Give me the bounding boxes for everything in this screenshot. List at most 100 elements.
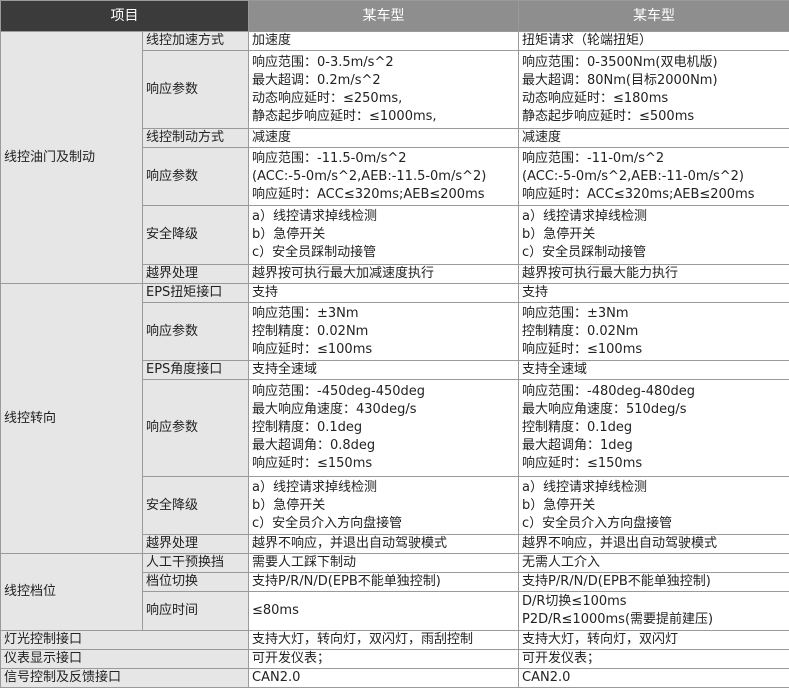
cell-line: c）安全员踩制动接管	[252, 245, 377, 260]
cell-line: 无需人工介入	[522, 555, 601, 570]
cell-line: 最大响应角速度：430deg/s	[252, 402, 417, 417]
model-a-value: 响应范围：±3Nm 控制精度：0.02Nm 响应延时：≤100ms	[248, 302, 519, 361]
header-model-b: 某车型	[518, 0, 789, 32]
cell-line: (ACC:-5-0m/s^2,AEB:-11.5-0m/s^2)	[252, 168, 487, 184]
cell-line: 支持全速域	[252, 362, 318, 377]
model-b-value: 减速度	[518, 128, 789, 148]
cell-line: 越界按可执行最大加减速度执行	[252, 266, 435, 281]
header-item: 项目	[0, 0, 249, 32]
table-row: 线控档位 人工干预换挡 需要人工踩下制动 无需人工介入	[0, 553, 789, 631]
cell-line: 响应范围：0-3.5m/s^2	[252, 54, 394, 70]
model-a-value: a）线控请求掉线检测 b）急停开关 c）安全员踩制动接管	[248, 205, 519, 265]
cell-line: 最大超调角：0.8deg	[252, 438, 376, 453]
cell-line: a）线控请求掉线检测	[252, 479, 377, 495]
cell-line: 响应范围：-11-0m/s^2	[522, 150, 665, 166]
cell-line: b）急停开关	[252, 497, 326, 513]
model-b-value: 支持大灯，转向灯，双闪灯	[518, 630, 789, 650]
cell-line: a）线控请求掉线检测	[522, 209, 647, 224]
cell-line: 响应延时：ACC≤320ms;AEB≤200ms	[522, 186, 755, 202]
model-a-value: 支持全速域	[248, 360, 519, 380]
cell-line: 控制精度：0.1deg	[252, 420, 363, 435]
table-row: 线控转向 EPS扭矩接口 支持 支持	[0, 283, 789, 554]
cell-line: 响应延时：≤150ms	[252, 456, 373, 471]
model-a-value: 越界按可执行最大加减速度执行	[248, 264, 519, 284]
cell-line: (ACC:-5-0m/s^2,AEB:-11-0m/s^2)	[522, 168, 744, 184]
interface-label: 信号控制及反馈接口	[0, 668, 249, 688]
cell-line: 静态起步响应延时：≤500ms	[522, 108, 695, 124]
model-b-value: 扭矩请求（轮端扭矩）	[518, 31, 789, 51]
model-b-value: 响应范围：0-3500Nm(双电机版) 最大超调：80Nm(目标2000Nm) 动态…	[518, 50, 789, 129]
cell-line: 减速度	[522, 130, 562, 145]
spec-comparison-table: 项目 某车型 某车型 线控油门及制动 线控加速方式 加速度 扭矩请求（轮端扭矩） 响应参…	[0, 0, 789, 688]
model-b-value: 无需人工介入	[518, 553, 789, 573]
model-a-value: 加速度	[248, 31, 519, 51]
model-a-value: 支持	[248, 283, 519, 303]
section-label: 线控档位	[0, 553, 143, 631]
table-row: 仪表显示接口 可开发仪表； 可开发仪表；	[0, 649, 789, 669]
model-b-value: a）线控请求掉线检测 b）急停开关 c）安全员介入方向盘接管	[518, 476, 789, 535]
model-b-value: 越界不响应，并退出自动驾驶模式	[518, 534, 789, 554]
table-header-row: 项目 某车型 某车型	[0, 0, 789, 32]
cell-line: 响应范围：±3Nm	[522, 305, 629, 321]
interface-label: 仪表显示接口	[0, 649, 249, 669]
cell-line: 支持全速域	[522, 362, 588, 377]
cell-line: 控制精度：0.02Nm	[252, 323, 369, 339]
model-a-value: CAN2.0	[248, 668, 519, 688]
cell-line: b）急停开关	[522, 497, 596, 513]
cell-line: 支持P/R/N/D(EPB不能单独控制)	[522, 574, 711, 589]
interface-label: 灯光控制接口	[0, 630, 249, 650]
model-b-value: 响应范围：-11-0m/s^2 (ACC:-5-0m/s^2,AEB:-11-0m…	[518, 147, 789, 206]
sub-item-label: 人工干预换挡	[142, 553, 249, 573]
model-a-value: ≤80ms	[248, 591, 519, 631]
cell-line: 越界不响应，并退出自动驾驶模式	[522, 536, 718, 551]
cell-line: 响应延时：ACC≤320ms;AEB≤200ms	[252, 186, 485, 202]
cell-line: b）急停开关	[252, 227, 326, 242]
model-b-value: 响应范围：-480deg-480deg 最大响应角速度：510deg/s 控制精度：…	[518, 379, 789, 477]
cell-line: a）线控请求掉线检测	[522, 479, 647, 495]
cell-line: a）线控请求掉线检测	[252, 209, 377, 224]
model-a-value: 响应范围：0-3.5m/s^2 最大超调：0.2m/s^2 动态响应延时：≤250m…	[248, 50, 519, 129]
cell-line: c）安全员介入方向盘接管	[522, 515, 673, 531]
model-a-value: 支持大灯，转向灯，双闪灯，雨刮控制	[248, 630, 519, 650]
sub-item-label: 越界处理	[142, 534, 249, 554]
model-a-value: a）线控请求掉线检测 b）急停开关 c）安全员介入方向盘接管	[248, 476, 519, 535]
model-b-value: 响应范围：±3Nm 控制精度：0.02Nm 响应延时：≤100ms	[518, 302, 789, 361]
table-row: 线控油门及制动 线控加速方式 加速度 扭矩请求（轮端扭矩）	[0, 31, 789, 284]
cell-line: 支持	[252, 285, 279, 300]
table-body: 线控油门及制动 线控加速方式 加速度 扭矩请求（轮端扭矩） 响应参数 响应范围：0-3.5…	[0, 31, 789, 688]
cell-line: P2D/R≤1000ms(需要提前建压)	[522, 612, 714, 627]
cell-line: ≤80ms	[252, 603, 299, 618]
section-label: 线控转向	[0, 283, 143, 554]
cell-line: 响应范围：0-3500Nm(双电机版)	[522, 54, 718, 70]
section-label: 线控油门及制动	[0, 31, 143, 284]
model-a-value: 越界不响应，并退出自动驾驶模式	[248, 534, 519, 554]
model-a-value: 响应范围：-450deg-450deg 最大响应角速度：430deg/s 控制精度：…	[248, 379, 519, 477]
cell-line: 最大响应角速度：510deg/s	[522, 402, 687, 417]
model-a-value: 减速度	[248, 128, 519, 148]
cell-line: 最大超调角：1deg	[522, 438, 633, 453]
sub-item-label: 线控制动方式	[142, 128, 249, 148]
model-b-value: 支持P/R/N/D(EPB不能单独控制)	[518, 572, 789, 592]
model-b-value: 支持全速域	[518, 360, 789, 380]
cell-line: 控制精度：0.02Nm	[522, 323, 639, 339]
cell-line: 响应范围：-11.5-0m/s^2	[252, 150, 407, 166]
cell-line: c）安全员介入方向盘接管	[252, 515, 403, 531]
cell-line: 控制精度：0.1deg	[522, 420, 633, 435]
cell-line: 越界不响应，并退出自动驾驶模式	[252, 536, 448, 551]
cell-line: 支持P/R/N/D(EPB不能单独控制)	[252, 574, 441, 589]
sub-item-label: 线控加速方式	[142, 31, 249, 51]
cell-line: 动态响应延时：≤250ms,	[252, 90, 403, 106]
cell-line: 动态响应延时：≤180ms	[522, 90, 669, 106]
sub-item-label: 档位切换	[142, 572, 249, 592]
cell-line: 响应范围：±3Nm	[252, 305, 359, 321]
cell-line: D/R切换≤100ms	[522, 594, 627, 609]
model-a-value: 可开发仪表；	[248, 649, 519, 669]
cell-line: 最大超调：0.2m/s^2	[252, 72, 381, 88]
cell-line: b）急停开关	[522, 227, 596, 242]
header-model-a: 某车型	[248, 0, 519, 32]
sub-item-label: 越界处理	[142, 264, 249, 284]
cell-line: 扭矩请求（轮端扭矩）	[522, 33, 653, 48]
cell-line: 响应延时：≤100ms	[522, 341, 643, 357]
sub-item-label: 安全降级	[142, 205, 249, 265]
cell-line: 响应范围：-450deg-450deg	[252, 384, 426, 399]
